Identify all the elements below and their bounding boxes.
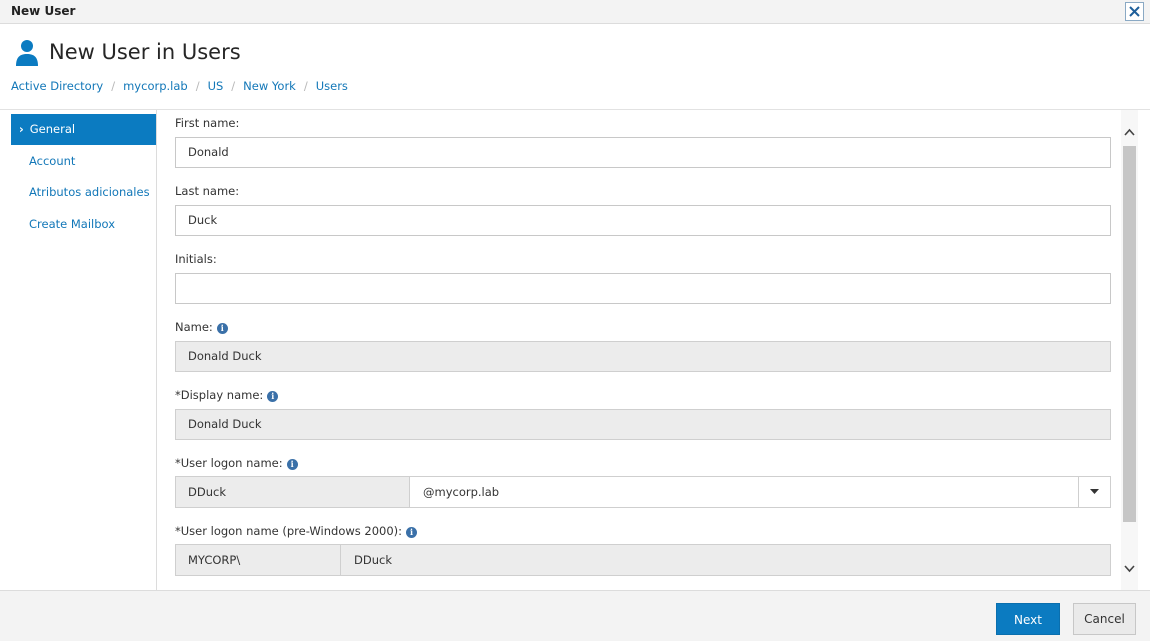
sidebar: › General Account Atributos adicionales C…: [0, 110, 157, 590]
pre2000-logon-field: DDuck: [340, 544, 1111, 576]
user-icon: [16, 40, 38, 66]
breadcrumb-item-new-york[interactable]: New York: [243, 79, 296, 93]
user-logon-name-label: User logon name:: [180, 456, 283, 470]
domain-select[interactable]: @mycorp.lab: [409, 476, 1111, 508]
info-icon[interactable]: i: [406, 527, 418, 538]
cancel-button[interactable]: Cancel: [1073, 603, 1136, 635]
window-titlebar: New User: [0, 0, 1150, 24]
name-label-row: Name: i: [175, 320, 228, 334]
chevron-down-icon: [1124, 565, 1135, 573]
dialog-footer: Next Cancel: [0, 590, 1150, 641]
chevron-up-icon: [1124, 128, 1135, 136]
next-button[interactable]: Next: [996, 603, 1060, 635]
scroll-thumb[interactable]: [1123, 146, 1136, 522]
chevron-right-icon: ›: [19, 122, 24, 136]
domain-select-value: @mycorp.lab: [423, 485, 500, 499]
sidebar-item-label: Atributos adicionales: [29, 185, 150, 199]
sidebar-item-create-mailbox[interactable]: Create Mailbox: [11, 209, 156, 240]
breadcrumb-separator: /: [303, 79, 308, 93]
scroll-down-button[interactable]: [1121, 558, 1138, 578]
last-name-input[interactable]: Duck: [175, 205, 1111, 236]
form-content: First name: Donald Last name: Duck Initi…: [157, 110, 1121, 590]
content-scrollbar[interactable]: [1121, 110, 1138, 590]
breadcrumb-separator: /: [195, 79, 200, 93]
breadcrumb-item-domain[interactable]: mycorp.lab: [123, 79, 188, 93]
pre2000-label-row: *User logon name (pre-Windows 2000): i: [175, 524, 418, 538]
close-button[interactable]: [1125, 2, 1144, 21]
info-icon[interactable]: i: [286, 459, 298, 470]
breadcrumb: Active Directory / mycorp.lab / US / New York /…: [11, 79, 348, 93]
page-header: New User in Users Active Directory / mycor…: [0, 24, 1150, 110]
sidebar-item-atributos-adicionales[interactable]: Atributos adicionales: [11, 177, 156, 208]
breadcrumb-separator: /: [111, 79, 116, 93]
display-name-field: Donald Duck: [175, 409, 1111, 440]
last-name-label: Last name:: [175, 184, 240, 198]
display-name-label: Display name:: [180, 388, 264, 402]
sidebar-item-account[interactable]: Account: [11, 146, 156, 177]
window-title: New User: [11, 4, 76, 18]
user-logon-name-field: DDuck: [175, 476, 410, 508]
name-label: Name:: [175, 320, 213, 334]
sidebar-item-label: Create Mailbox: [29, 217, 116, 231]
sidebar-item-general[interactable]: › General: [11, 114, 156, 145]
user-logon-name-label-row: *User logon name: i: [175, 456, 298, 470]
breadcrumb-item-active-directory[interactable]: Active Directory: [11, 79, 103, 93]
scroll-up-button[interactable]: [1121, 122, 1138, 142]
first-name-label: First name:: [175, 116, 240, 130]
name-field: Donald Duck: [175, 341, 1111, 372]
domain-dropdown-button[interactable]: [1078, 477, 1110, 507]
initials-input[interactable]: [175, 273, 1111, 304]
breadcrumb-separator: /: [231, 79, 236, 93]
sidebar-item-label: Account: [29, 154, 76, 168]
page-title: New User in Users: [49, 40, 241, 64]
breadcrumb-item-users[interactable]: Users: [316, 79, 348, 93]
chevron-down-icon: [1090, 489, 1099, 494]
breadcrumb-item-us[interactable]: US: [208, 79, 224, 93]
info-icon[interactable]: i: [267, 391, 279, 402]
display-name-label-row: *Display name: i: [175, 388, 279, 402]
close-icon: [1129, 6, 1140, 17]
pre2000-label: User logon name (pre-Windows 2000):: [180, 524, 403, 538]
sidebar-item-label: General: [29, 122, 76, 136]
info-icon[interactable]: i: [216, 323, 228, 334]
first-name-input[interactable]: Donald: [175, 137, 1111, 168]
initials-label: Initials:: [175, 252, 217, 266]
pre2000-domain-prefix: MYCORP\: [175, 544, 341, 576]
